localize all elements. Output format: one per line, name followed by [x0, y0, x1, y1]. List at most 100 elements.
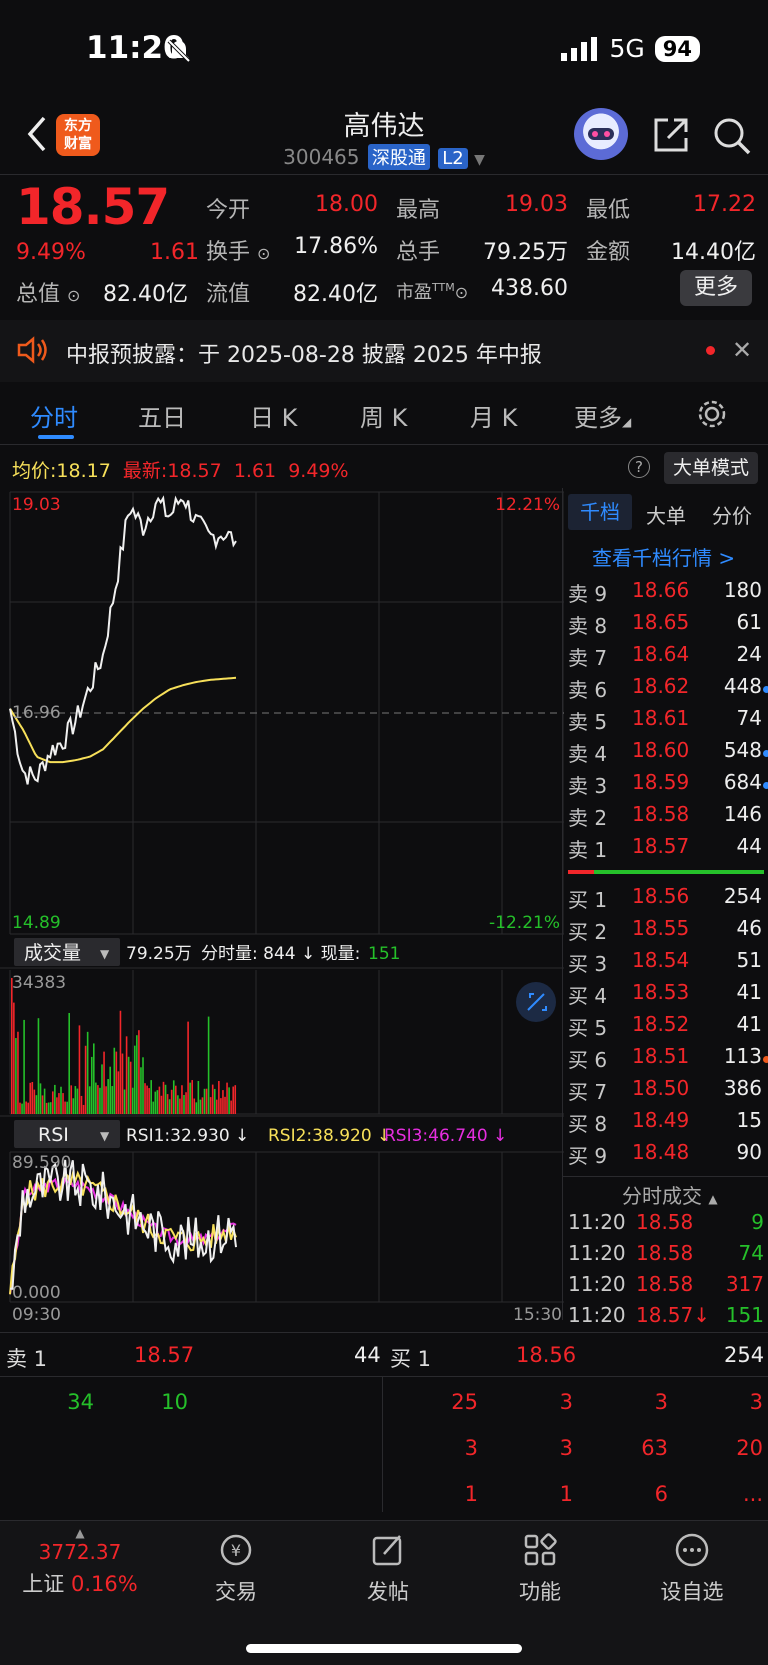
volume-bar — [199, 1099, 202, 1114]
bid-price: 18.56 — [632, 884, 690, 908]
volume-bar — [107, 1079, 109, 1114]
volume-bar — [172, 1080, 175, 1114]
rsi3-line — [9, 1177, 237, 1295]
trade-volume: 9 — [751, 1210, 764, 1234]
y-min-label: 14.89 — [12, 913, 61, 933]
high-label: 最高 — [396, 198, 441, 223]
volume-bar — [78, 1025, 81, 1114]
change-percent: 9.49% — [16, 240, 86, 265]
close-icon[interactable]: ✕ — [732, 336, 752, 364]
share-icon[interactable] — [652, 116, 690, 154]
nav-trade[interactable]: ¥ 交易 — [186, 1532, 286, 1606]
intraday-chart[interactable]: 19.03 12.21% 16.96 14.89 -12.21% 成交量 ▼ 7… — [0, 488, 564, 1320]
bid-price: 18.49 — [632, 1108, 690, 1132]
bid-label: 买 1 — [568, 888, 608, 912]
bid-row[interactable]: 买 3 18.54 51 — [568, 948, 768, 980]
nav-function[interactable]: 功能 — [490, 1532, 590, 1606]
volume-bar — [21, 1103, 23, 1114]
status-right: 5G 94 — [561, 34, 700, 63]
home-indicator — [246, 1644, 522, 1653]
volume-bar — [154, 1091, 157, 1114]
bid-volume: 51 — [736, 948, 762, 972]
tab-day-k[interactable]: 日 K — [250, 398, 297, 433]
last-price: 18.57 — [16, 178, 170, 236]
nav-post[interactable]: 发帖 — [338, 1532, 438, 1606]
ask-row[interactable]: 卖 1 18.57 44 — [568, 834, 768, 866]
ask-label: 卖 8 — [568, 614, 608, 638]
pct-max-label: 12.21% — [495, 495, 560, 515]
volume-bar — [54, 1084, 56, 1114]
volume-bar — [47, 1102, 50, 1114]
volume-bar — [162, 1081, 165, 1114]
bid-row[interactable]: 买 2 18.55 46 — [568, 916, 768, 948]
more-button[interactable]: 更多 — [680, 270, 752, 306]
volume-now: 151 — [368, 944, 400, 964]
index-widget[interactable]: ▲ 3772.37 上证 0.16% — [20, 1526, 140, 1598]
big-order-mode-button[interactable]: 大单模式 — [664, 452, 758, 484]
tab-week-k[interactable]: 周 K — [360, 398, 407, 433]
bid-label: 买 5 — [568, 1016, 608, 1040]
tab-five-day[interactable]: 五日 — [138, 398, 186, 433]
trades-title[interactable]: 分时成交 ▲ — [622, 1180, 718, 1209]
tab-more[interactable]: 更多◢ — [574, 398, 631, 433]
bid-price: 18.48 — [632, 1140, 690, 1164]
volume-bar — [84, 1045, 87, 1114]
ask-row[interactable]: 卖 4 18.60 548 — [568, 738, 768, 770]
tab-qiandang[interactable]: 千档 — [568, 494, 632, 530]
volume-bar — [33, 1089, 36, 1114]
volume-bar — [175, 1085, 177, 1114]
volume-bar — [150, 1080, 152, 1114]
nav-add-watchlist[interactable]: 设自选 — [642, 1532, 742, 1606]
tab-month-k[interactable]: 月 K — [470, 398, 517, 433]
volume-bar — [45, 1102, 48, 1114]
volume-bar — [99, 1087, 101, 1114]
price-info-line: 均价:18.17 最新:18.57 1.61 9.49% — [12, 460, 349, 482]
bid-price: 18.55 — [632, 916, 690, 940]
bid-queue-item: 63 — [641, 1436, 668, 1460]
bid-row[interactable]: 买 8 18.49 15 — [568, 1108, 768, 1140]
volume-bar — [101, 1064, 103, 1114]
volume-bar — [142, 1057, 144, 1114]
bid-row[interactable]: 买 6 18.51 113 — [568, 1044, 768, 1076]
ask-queue-item: 10 — [161, 1390, 188, 1414]
ask-row[interactable]: 卖 9 18.66 180 — [568, 578, 768, 610]
tab-fenshi[interactable]: 分时 — [30, 398, 78, 433]
volume-bar — [109, 1066, 111, 1114]
search-icon[interactable] — [712, 116, 752, 156]
ask-price: 18.58 — [632, 802, 690, 826]
volume-bar — [185, 1092, 187, 1114]
bid-price: 18.54 — [632, 948, 690, 972]
ask-row[interactable]: 卖 6 18.62 448 — [568, 674, 768, 706]
ask-row[interactable]: 卖 5 18.61 74 — [568, 706, 768, 738]
tab-fenjia[interactable]: 分价 — [712, 500, 752, 529]
volume-bar — [74, 1086, 77, 1114]
volume-bar — [197, 1081, 200, 1114]
connect-tag: 深股通 — [367, 144, 430, 170]
settings-gear-icon[interactable] — [696, 398, 728, 430]
volume-bar — [35, 1095, 38, 1114]
tab-dadan[interactable]: 大单 — [646, 500, 686, 529]
ask-row[interactable]: 卖 8 18.65 61 — [568, 610, 768, 642]
bid-queue-item: 1 — [559, 1482, 573, 1506]
ask-row[interactable]: 卖 3 18.59 684 — [568, 770, 768, 802]
ask-price: 18.66 — [632, 578, 690, 602]
bid-row[interactable]: 买 5 18.52 41 — [568, 1012, 768, 1044]
volume-bar — [76, 1088, 79, 1114]
chevron-up-icon: ▲ — [708, 1192, 718, 1206]
help-icon[interactable]: ? — [628, 456, 650, 478]
volume-bars — [11, 977, 237, 1114]
volume-info: 分时量: 844 ↓ 现量: — [201, 944, 360, 964]
volume-bar — [86, 1031, 89, 1114]
trade-row: 11:20 18.58 74 — [568, 1241, 764, 1271]
level2-tag: L2 — [438, 148, 468, 169]
bid-row[interactable]: 买 9 18.48 90 — [568, 1140, 768, 1172]
bid-row[interactable]: 买 4 18.53 41 — [568, 980, 768, 1012]
view-depth-link[interactable]: 查看千档行情 > — [592, 542, 735, 571]
volume-bar — [193, 1098, 196, 1114]
ask-row[interactable]: 卖 7 18.64 24 — [568, 642, 768, 674]
bid-row[interactable]: 买 1 18.56 254 — [568, 884, 768, 916]
assistant-robot-avatar[interactable] — [574, 108, 628, 160]
bid-row[interactable]: 买 7 18.50 386 — [568, 1076, 768, 1108]
ask-row[interactable]: 卖 2 18.58 146 — [568, 802, 768, 834]
bid-label: 买 6 — [568, 1048, 608, 1072]
